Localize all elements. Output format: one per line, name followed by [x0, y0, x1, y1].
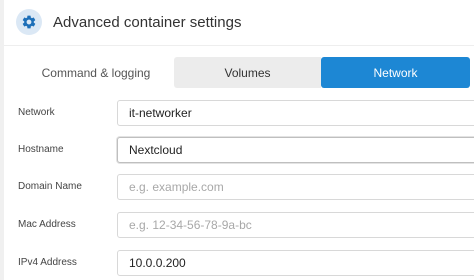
hostname-row: Hostname: [0, 137, 474, 163]
tab-volumes[interactable]: Volumes: [174, 57, 321, 88]
domain-name-row: Domain Name: [0, 174, 474, 200]
ipv4-address-input[interactable]: [117, 250, 474, 276]
tab-network[interactable]: Network: [321, 57, 470, 88]
tab-command-logging[interactable]: Command & logging: [18, 57, 174, 88]
network-label: Network: [18, 107, 55, 118]
hostname-input[interactable]: [117, 137, 474, 163]
ipv4-address-row: IPv4 Address: [0, 250, 474, 276]
settings-tabs: Command & logging Volumes Network: [18, 57, 470, 88]
network-row: Network: [0, 100, 474, 126]
mac-address-input[interactable]: [117, 212, 474, 238]
domain-name-label: Domain Name: [18, 181, 82, 192]
panel-header: Advanced container settings: [16, 8, 241, 36]
hostname-label: Hostname: [18, 144, 64, 155]
mac-address-row: Mac Address: [0, 212, 474, 238]
mac-address-label: Mac Address: [18, 219, 76, 230]
ipv4-address-label: IPv4 Address: [18, 257, 77, 268]
panel-title: Advanced container settings: [53, 13, 242, 31]
gear-icon: [16, 9, 42, 35]
network-input[interactable]: [117, 100, 474, 126]
domain-name-input[interactable]: [117, 174, 474, 200]
header-divider: [4, 45, 474, 46]
